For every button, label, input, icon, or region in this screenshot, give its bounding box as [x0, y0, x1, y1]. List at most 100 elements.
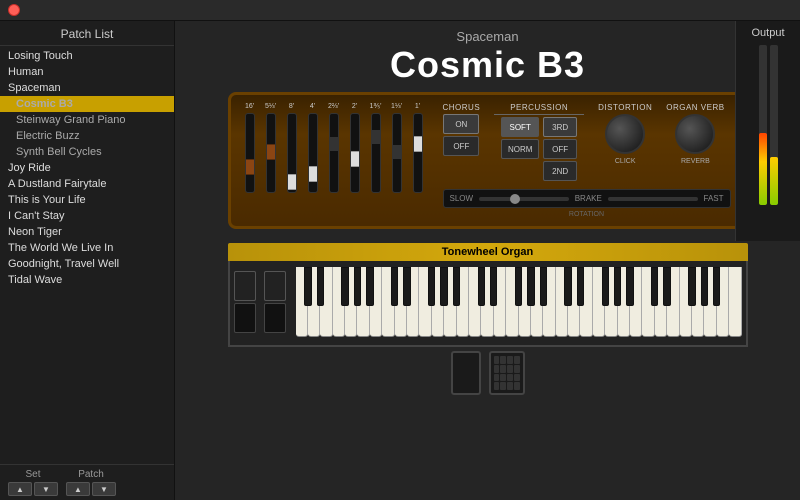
patch-item[interactable]: Cosmic B3 [0, 96, 174, 112]
patch-item[interactable]: Synth Bell Cycles [0, 144, 174, 160]
patch-item[interactable]: Neon Tiger [0, 224, 174, 240]
set-buttons: ▲ ▼ [8, 482, 58, 496]
patch-item[interactable]: Tidal Wave [0, 272, 174, 288]
patch-item[interactable]: A Dustland Fairytale [0, 176, 174, 192]
pedal-right[interactable] [489, 351, 525, 395]
set-down-button[interactable]: ▼ [34, 482, 58, 496]
drawbar-col-7: 1⅓' [388, 103, 406, 193]
black-key[interactable] [688, 267, 695, 306]
black-key[interactable] [701, 267, 708, 306]
black-key[interactable] [663, 267, 670, 306]
black-key[interactable] [428, 267, 435, 306]
perc-2nd-button[interactable]: 2ND [543, 161, 577, 181]
black-key[interactable] [317, 267, 324, 306]
chorus-off-button[interactable]: OFF [443, 136, 479, 156]
black-key[interactable] [490, 267, 497, 306]
drawbar-handle-6[interactable] [371, 129, 381, 145]
black-key[interactable] [478, 267, 485, 306]
pedals-area [451, 347, 525, 403]
drawbar-handle-5[interactable] [350, 151, 360, 167]
patch-item[interactable]: Human [0, 64, 174, 80]
drawbar-label-7: 1⅓' [391, 103, 402, 111]
white-key[interactable] [729, 267, 741, 337]
drawbar-track-8 [413, 113, 423, 193]
perc-norm-button[interactable]: NORM [501, 139, 539, 159]
drawbar-handle-7[interactable] [392, 144, 402, 160]
slow-label: SLOW [450, 194, 474, 203]
keyboard-label: Tonewheel Organ [228, 243, 748, 261]
organ-verb-group: ORGAN VERB REVERB [666, 103, 724, 165]
set-up-button[interactable]: ▲ [8, 482, 32, 496]
drawbar-track-0 [245, 113, 255, 193]
drawbar-handle-2[interactable] [287, 174, 297, 190]
drawbar-col-6: 1⅗' [367, 103, 385, 193]
patch-item[interactable]: Goodnight, Travel Well [0, 256, 174, 272]
black-key[interactable] [515, 267, 522, 306]
patch-item[interactable]: The World We Live In [0, 240, 174, 256]
patch-item[interactable]: Losing Touch [0, 48, 174, 64]
perc-3rd-button[interactable]: 3RD [543, 117, 577, 137]
chorus-title: CHORUS [443, 103, 481, 112]
drawbar-col-5: 2' [346, 103, 364, 193]
perc-soft-button[interactable]: SOFT [501, 117, 539, 137]
chorus-on-button[interactable]: ON [443, 114, 479, 134]
black-key[interactable] [527, 267, 534, 306]
organ-verb-knob[interactable] [675, 114, 715, 154]
patch-item[interactable]: This is Your Life [0, 192, 174, 208]
black-key[interactable] [602, 267, 609, 306]
organ-verb-title: ORGAN VERB [666, 103, 724, 112]
rotation-slider-track2 [608, 197, 698, 201]
distortion-knob[interactable] [605, 114, 645, 154]
drawbar-handle-3[interactable] [308, 166, 318, 182]
black-key[interactable] [453, 267, 460, 306]
patch-item[interactable]: I Can't Stay [0, 208, 174, 224]
black-key[interactable] [614, 267, 621, 306]
black-key[interactable] [564, 267, 571, 306]
drawbar-handle-4[interactable] [329, 136, 339, 152]
drawbar-handle-8[interactable] [413, 136, 423, 152]
distortion-title: DISTORTION [598, 103, 652, 112]
black-key[interactable] [403, 267, 410, 306]
patch-item[interactable]: Spaceman [0, 80, 174, 96]
set-group: Set ▲ ▼ [8, 469, 58, 496]
black-key[interactable] [540, 267, 547, 306]
drawstop-4[interactable] [264, 303, 286, 333]
keyboard-body [228, 261, 748, 347]
meter-container [759, 45, 778, 205]
pedal-left[interactable] [451, 351, 481, 395]
organ-area: 16'5⅓'8'4'2⅔'2'1⅗'1⅓'1' CHORUS ON OFF [175, 88, 800, 500]
black-key[interactable] [304, 267, 311, 306]
black-key[interactable] [626, 267, 633, 306]
patch-item[interactable]: Steinway Grand Piano [0, 112, 174, 128]
chorus-switches: ON OFF [443, 114, 479, 156]
drawstop-2[interactable] [234, 303, 256, 333]
close-button[interactable] [8, 4, 20, 16]
black-key[interactable] [354, 267, 361, 306]
drawbar-col-1: 5⅓' [262, 103, 280, 193]
patch-item[interactable]: Electric Buzz [0, 128, 174, 144]
drawbar-handle-0[interactable] [245, 159, 255, 175]
rotation-slider-handle[interactable] [510, 194, 520, 204]
black-key[interactable] [391, 267, 398, 306]
patch-item[interactable]: Joy Ride [0, 160, 174, 176]
rotation-label: ROTATION [443, 211, 731, 218]
drawbar-handle-1[interactable] [266, 144, 276, 160]
patch-up-button[interactable]: ▲ [66, 482, 90, 496]
patch-down-button[interactable]: ▼ [92, 482, 116, 496]
drawbar-col-4: 2⅔' [325, 103, 343, 193]
black-key[interactable] [651, 267, 658, 306]
drawstop-3[interactable] [264, 271, 286, 301]
drawbar-track-5 [350, 113, 360, 193]
output-panel: Output [735, 21, 800, 241]
black-key[interactable] [366, 267, 373, 306]
black-key[interactable] [440, 267, 447, 306]
black-key[interactable] [713, 267, 720, 306]
perc-off-button[interactable]: OFF [543, 139, 577, 159]
distortion-click-label: CLICK [615, 158, 636, 165]
drawbar-label-1: 5⅓' [265, 103, 276, 111]
black-key[interactable] [341, 267, 348, 306]
black-key[interactable] [577, 267, 584, 306]
right-drawstops [264, 271, 286, 333]
controls-row-top: CHORUS ON OFF PERCUSSION SOFT [443, 103, 731, 181]
drawstop-1[interactable] [234, 271, 256, 301]
